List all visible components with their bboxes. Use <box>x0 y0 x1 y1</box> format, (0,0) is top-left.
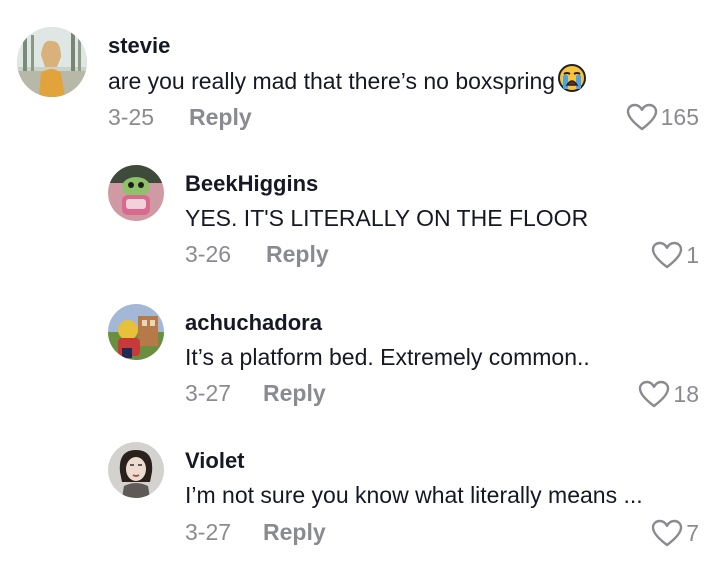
comment-text: are you really mad that there’s no boxsp… <box>108 64 587 97</box>
heart-icon <box>651 519 683 547</box>
comment-text: It’s a platform bed. Extremely common.. <box>185 344 590 370</box>
like-button[interactable]: 7 <box>651 519 699 547</box>
heart-icon <box>626 103 658 131</box>
comment-violet: Violet I’m not sure you know what litera… <box>0 420 705 570</box>
username[interactable]: BeekHiggins <box>185 173 318 195</box>
like-button[interactable]: 165 <box>626 103 699 131</box>
like-count: 7 <box>686 519 699 546</box>
reply-button[interactable]: Reply <box>263 521 326 544</box>
comment-achuchadora: achuchadora It’s a platform bed. Extreme… <box>0 280 705 420</box>
comment-date: 3-25 <box>108 104 155 130</box>
loudly-crying-face-icon <box>557 63 587 97</box>
comment-beekhiggins: BeekHiggins YES. IT'S LITERALLY ON THE F… <box>0 140 705 280</box>
heart-icon <box>638 380 670 408</box>
comment-text: I’m not sure you know what literally mea… <box>185 482 643 508</box>
reply-button[interactable]: Reply <box>266 243 329 266</box>
username[interactable]: achuchadora <box>185 312 322 334</box>
reply-button[interactable]: Reply <box>263 382 326 405</box>
comment-text-content: are you really mad that there’s no boxsp… <box>108 68 556 95</box>
heart-icon <box>651 241 683 269</box>
comment-date: 3-26 <box>185 241 232 267</box>
reply-button[interactable]: Reply <box>189 106 252 129</box>
comment-stevie: stevie are you really mad that there’s n… <box>0 0 705 140</box>
like-count: 1 <box>686 241 699 268</box>
like-button[interactable]: 1 <box>651 241 699 269</box>
username[interactable]: Violet <box>185 450 245 472</box>
comment-date: 3-27 <box>185 519 232 545</box>
like-count: 18 <box>673 380 699 407</box>
avatar[interactable] <box>108 442 164 498</box>
username[interactable]: stevie <box>108 35 170 57</box>
avatar[interactable] <box>17 27 87 97</box>
avatar[interactable] <box>108 304 164 360</box>
like-count: 165 <box>660 103 699 130</box>
like-button[interactable]: 18 <box>638 380 699 408</box>
avatar[interactable] <box>108 165 164 221</box>
comment-date: 3-27 <box>185 380 232 406</box>
comment-text: YES. IT'S LITERALLY ON THE FLOOR <box>185 205 589 231</box>
